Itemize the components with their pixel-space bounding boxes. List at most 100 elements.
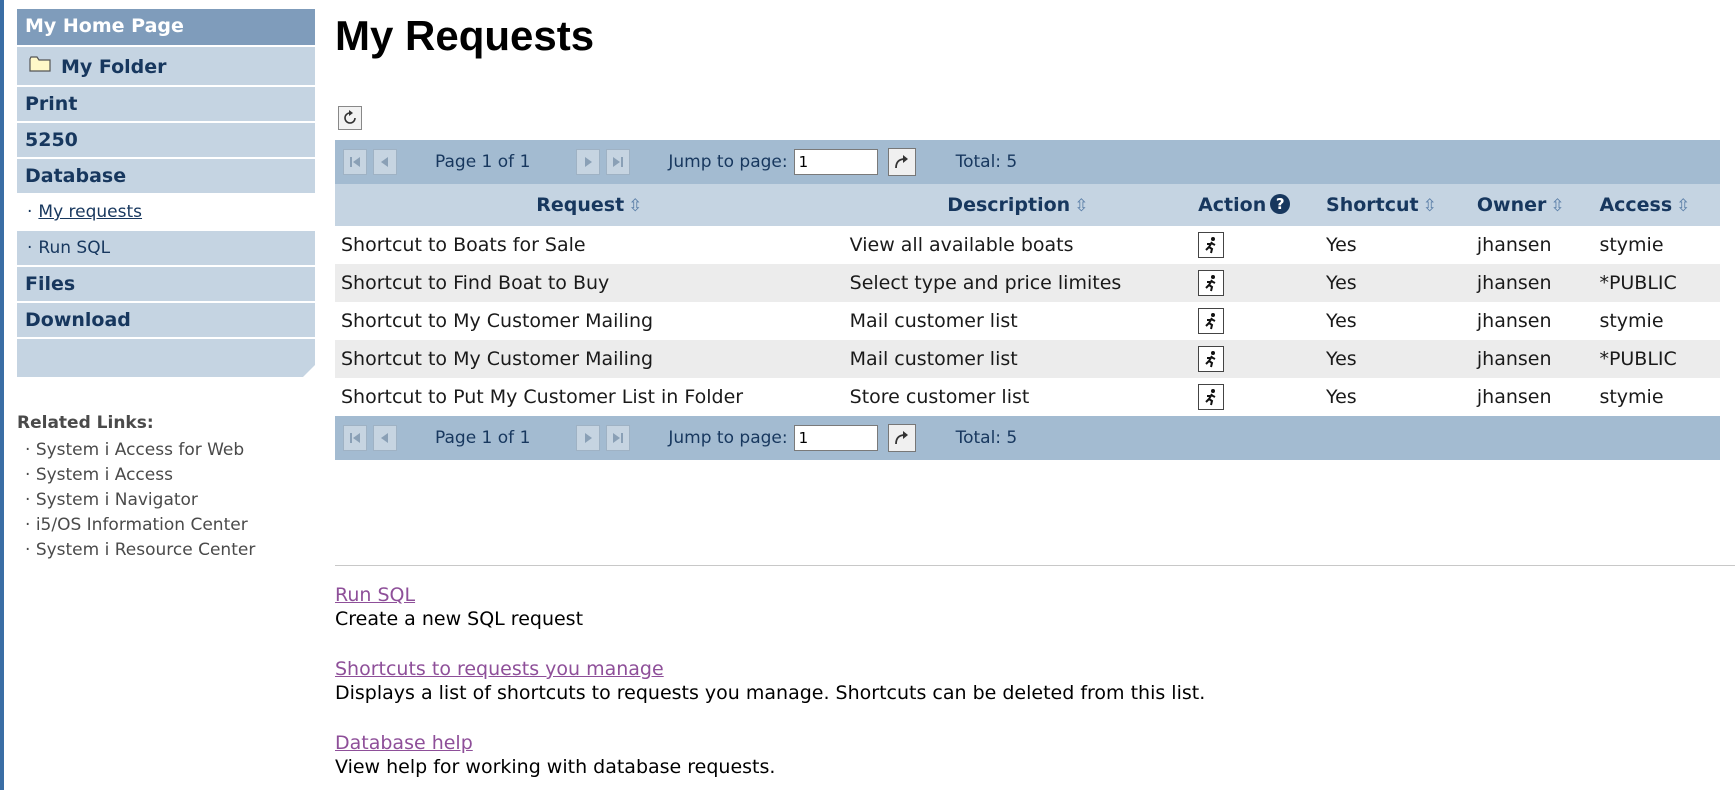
total-count: Total: 5 — [955, 152, 1018, 172]
first-page-button[interactable] — [343, 425, 367, 451]
database-help-link[interactable]: Database help — [335, 731, 1205, 755]
database-help-description: View help for working with database requ… — [335, 756, 776, 778]
sort-icon: ⇳ — [1074, 196, 1089, 216]
bullet: · — [27, 238, 33, 258]
cell-description: Select type and price limites — [843, 264, 1193, 302]
run-request-button[interactable] — [1198, 346, 1225, 372]
cell-shortcut: Yes — [1320, 264, 1471, 302]
cell-request: Shortcut to My Customer Mailing — [335, 340, 844, 378]
last-page-button[interactable] — [606, 149, 631, 175]
cell-shortcut: Yes — [1326, 386, 1357, 408]
prev-page-button[interactable] — [373, 149, 397, 175]
run-icon — [1205, 351, 1216, 368]
pager-bottom: Page 1 of 1 Jump to page: Total: 5 — [335, 416, 1720, 460]
run-sql-description: Create a new SQL request — [335, 608, 584, 630]
sidebar-subitem-label: Run SQL — [38, 238, 111, 258]
sort-icon: ⇳ — [628, 196, 643, 216]
sidebar-item-5250[interactable]: 5250 — [17, 123, 315, 159]
jump-to-page-input[interactable] — [793, 425, 878, 451]
sidebar-item-label: My Folder — [61, 56, 167, 78]
cell-description: Mail customer list — [843, 340, 1193, 378]
sort-icon: ⇳ — [1550, 196, 1565, 216]
cell-owner: jhansen — [1476, 386, 1552, 408]
cell-access: stymie — [1599, 310, 1664, 332]
table-row: Shortcut to Boats for Sale View all avai… — [335, 226, 1720, 264]
sidebar-item-database[interactable]: Database — [17, 159, 315, 195]
sidebar-item-download[interactable]: Download — [17, 303, 315, 339]
task-links: Run SQL Create a new SQL request Shortcu… — [335, 583, 1205, 805]
related-link-information-center[interactable]: · i5/OS Information Center — [17, 514, 287, 536]
next-page-button[interactable] — [576, 425, 601, 451]
first-page-button[interactable] — [343, 149, 367, 175]
sidebar-item-home[interactable]: My Home Page — [17, 9, 315, 47]
column-header-shortcut[interactable]: Shortcut ⇳ — [1320, 184, 1471, 226]
related-link-system-i-access-for-web[interactable]: · System i Access for Web — [17, 439, 287, 461]
run-request-button[interactable] — [1198, 384, 1225, 410]
sidebar-item-files[interactable]: Files — [17, 267, 315, 303]
last-page-icon — [613, 433, 624, 443]
sidebar-item-print[interactable]: Print — [17, 87, 315, 123]
cell-request: Shortcut to Find Boat to Buy — [335, 264, 844, 302]
cell-description: Mail customer list — [849, 310, 1018, 332]
related-link-system-i-access[interactable]: · System i Access — [17, 464, 287, 486]
table-header-row: Request ⇳ Description ⇳ Action? Shortcut ⇳ … — [335, 184, 1720, 226]
run-sql-link[interactable]: Run SQL — [335, 583, 1205, 607]
go-button[interactable] — [887, 148, 916, 176]
cell-request: Shortcut to My Customer Mailing — [341, 310, 654, 332]
jump-to-page-input[interactable] — [793, 149, 878, 175]
cell-access: stymie — [1599, 234, 1664, 256]
cell-action — [1192, 340, 1321, 378]
next-page-button[interactable] — [576, 149, 601, 175]
next-page-icon — [585, 157, 593, 167]
table-row: Shortcut to Put My Customer List in Fold… — [335, 378, 1720, 416]
page-title: My Requests — [335, 12, 595, 59]
cell-action — [1192, 302, 1320, 340]
last-page-button[interactable] — [606, 425, 631, 451]
cell-request: Shortcut to Put My Customer List in Fold… — [341, 386, 744, 408]
cell-owner: jhansen — [1470, 340, 1594, 378]
page-indicator: Page 1 of 1 — [435, 152, 531, 172]
refresh-button[interactable] — [338, 106, 362, 130]
prev-page-icon — [381, 157, 388, 167]
sort-icon: ⇳ — [1422, 196, 1437, 216]
sidebar-subitem-my-requests[interactable]: · My requests — [17, 195, 315, 231]
cell-action — [1192, 264, 1321, 302]
requests-table: Request ⇳ Description ⇳ Action? Shortcut ⇳ … — [335, 184, 1720, 416]
run-icon — [1205, 275, 1216, 292]
prev-page-button[interactable] — [373, 425, 397, 451]
column-header-owner[interactable]: Owner ⇳ — [1470, 184, 1594, 226]
pager-top: Page 1 of 1 Jump to page: Total: 5 — [335, 140, 1720, 184]
cell-access: stymie — [1599, 386, 1664, 408]
related-links: Related Links: · System i Access for Web… — [17, 413, 315, 561]
sidebar-subitem-run-sql[interactable]: · Run SQL — [17, 231, 315, 267]
sidebar-subitem-label: My requests — [38, 202, 143, 222]
column-header-description[interactable]: Description ⇳ — [843, 184, 1193, 226]
related-link-system-i-navigator[interactable]: · System i Navigator — [17, 489, 287, 511]
column-header-action: Action? — [1192, 184, 1321, 226]
left-edge-line — [0, 0, 4, 790]
bullet: · — [27, 202, 33, 222]
requests-table-container: Page 1 of 1 Jump to page: Total: 5 Reque… — [335, 140, 1720, 460]
related-link-resource-center[interactable]: · System i Resource Center — [17, 539, 287, 561]
go-button[interactable] — [887, 424, 916, 452]
shortcuts-link[interactable]: Shortcuts to requests you manage — [335, 657, 1205, 681]
cell-access: *PUBLIC — [1593, 264, 1720, 302]
cell-owner: jhansen — [1470, 264, 1594, 302]
page-indicator: Page 1 of 1 — [435, 428, 531, 448]
table-row: Shortcut to My Customer Mailing Mail cus… — [335, 302, 1720, 340]
column-header-request[interactable]: Request ⇳ — [335, 184, 844, 226]
total-count: Total: 5 — [955, 428, 1018, 448]
run-request-button[interactable] — [1198, 232, 1225, 258]
sidebar-item-my-folder[interactable]: My Folder — [17, 47, 315, 87]
run-request-button[interactable] — [1198, 270, 1225, 296]
run-icon — [1205, 237, 1216, 254]
cell-shortcut: Yes — [1326, 310, 1357, 332]
cell-description: View all available boats — [849, 234, 1074, 256]
go-arrow-icon — [894, 431, 908, 445]
folder-icon — [29, 46, 51, 86]
table-row: Shortcut to Find Boat to Buy Select type… — [335, 264, 1720, 302]
first-page-icon — [350, 433, 360, 443]
run-request-button[interactable] — [1198, 308, 1225, 334]
column-header-access[interactable]: Access ⇳ — [1593, 184, 1720, 226]
help-icon[interactable]: ? — [1270, 194, 1291, 214]
